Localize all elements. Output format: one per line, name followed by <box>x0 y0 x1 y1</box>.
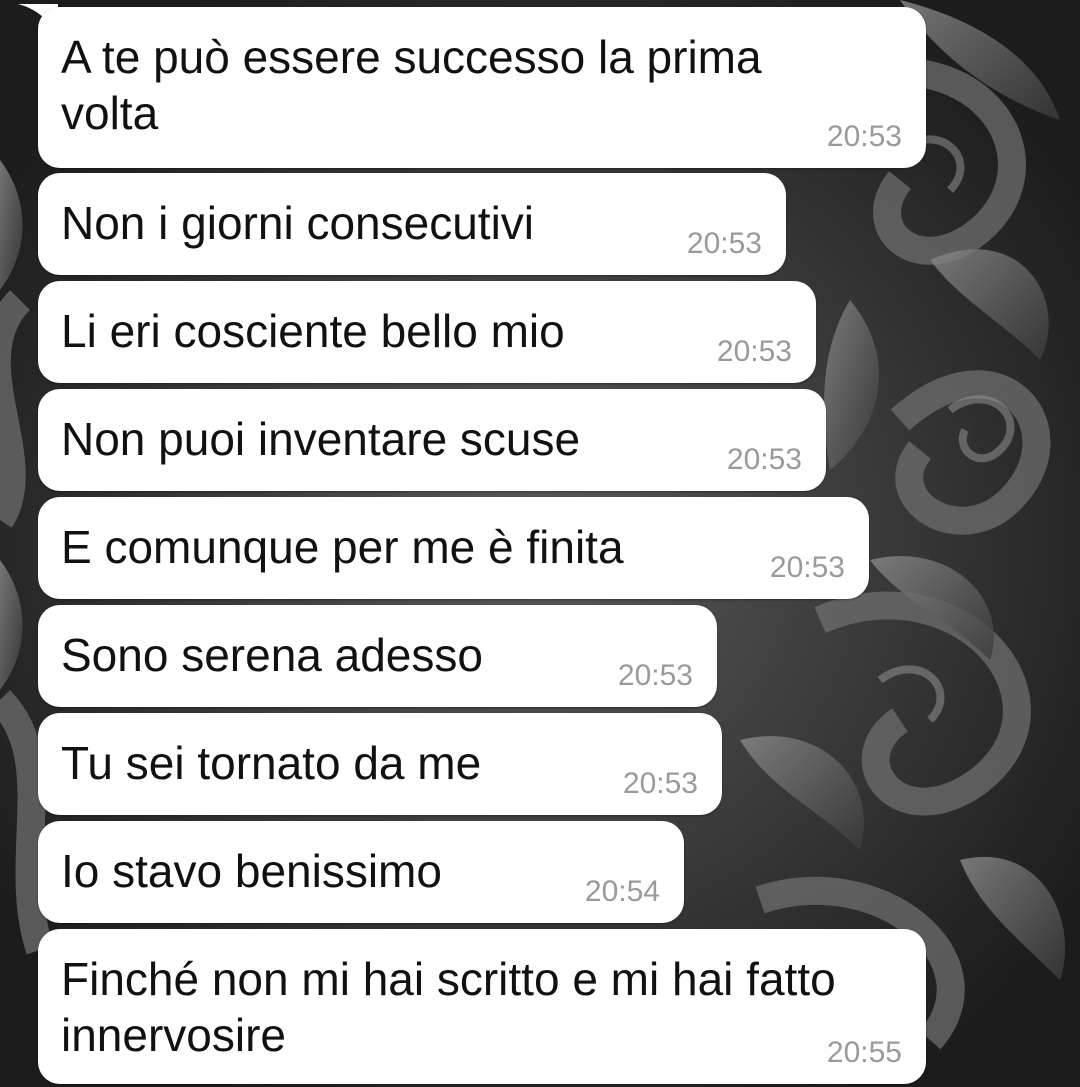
message-timestamp: 20:53 <box>769 551 845 584</box>
message-text: Sono serena adesso <box>61 629 483 681</box>
message-timestamp: 20:53 <box>716 335 792 368</box>
message-bubble[interactable]: E comunque per me è finita 20:53 <box>38 497 869 599</box>
message-timestamp: 20:53 <box>726 443 802 476</box>
message-timestamp: 20:54 <box>584 875 660 908</box>
message-text: E comunque per me è finita <box>61 521 624 573</box>
message-bubble[interactable]: Sono serena adesso 20:53 <box>38 605 717 707</box>
message-text: Non i giorni consecutivi <box>61 197 535 249</box>
message-bubble[interactable]: Non i giorni consecutivi 20:53 <box>38 173 786 275</box>
message-text: Non puoi inventare scuse <box>61 413 581 465</box>
message-timestamp: 20:53 <box>622 767 698 800</box>
message-bubble[interactable]: Non puoi inventare scuse 20:53 <box>38 389 826 491</box>
message-timestamp: 20:55 <box>826 1036 902 1069</box>
message-timestamp: 20:53 <box>686 227 762 260</box>
message-text: Tu sei tornato da me <box>61 737 482 789</box>
message-text: Finché non mi hai scritto e mi hai fatto… <box>61 953 836 1061</box>
message-timestamp: 20:53 <box>826 120 902 153</box>
message-text: Li eri cosciente bello mio <box>61 305 565 357</box>
message-bubble[interactable]: Io stavo benissimo 20:54 <box>38 821 684 923</box>
message-bubble[interactable]: Finché non mi hai scritto e mi hai fatto… <box>38 929 926 1084</box>
message-list[interactable]: A te può essere successo la prima volta … <box>0 0 1080 1087</box>
message-bubble[interactable]: Tu sei tornato da me 20:53 <box>38 713 722 815</box>
message-bubble[interactable]: Li eri cosciente bello mio 20:53 <box>38 281 816 383</box>
message-timestamp: 20:53 <box>617 659 693 692</box>
message-text: Io stavo benissimo <box>61 845 442 897</box>
message-text: A te può essere successo la prima volta <box>61 31 762 139</box>
message-bubble[interactable]: A te può essere successo la prima volta … <box>38 7 926 168</box>
